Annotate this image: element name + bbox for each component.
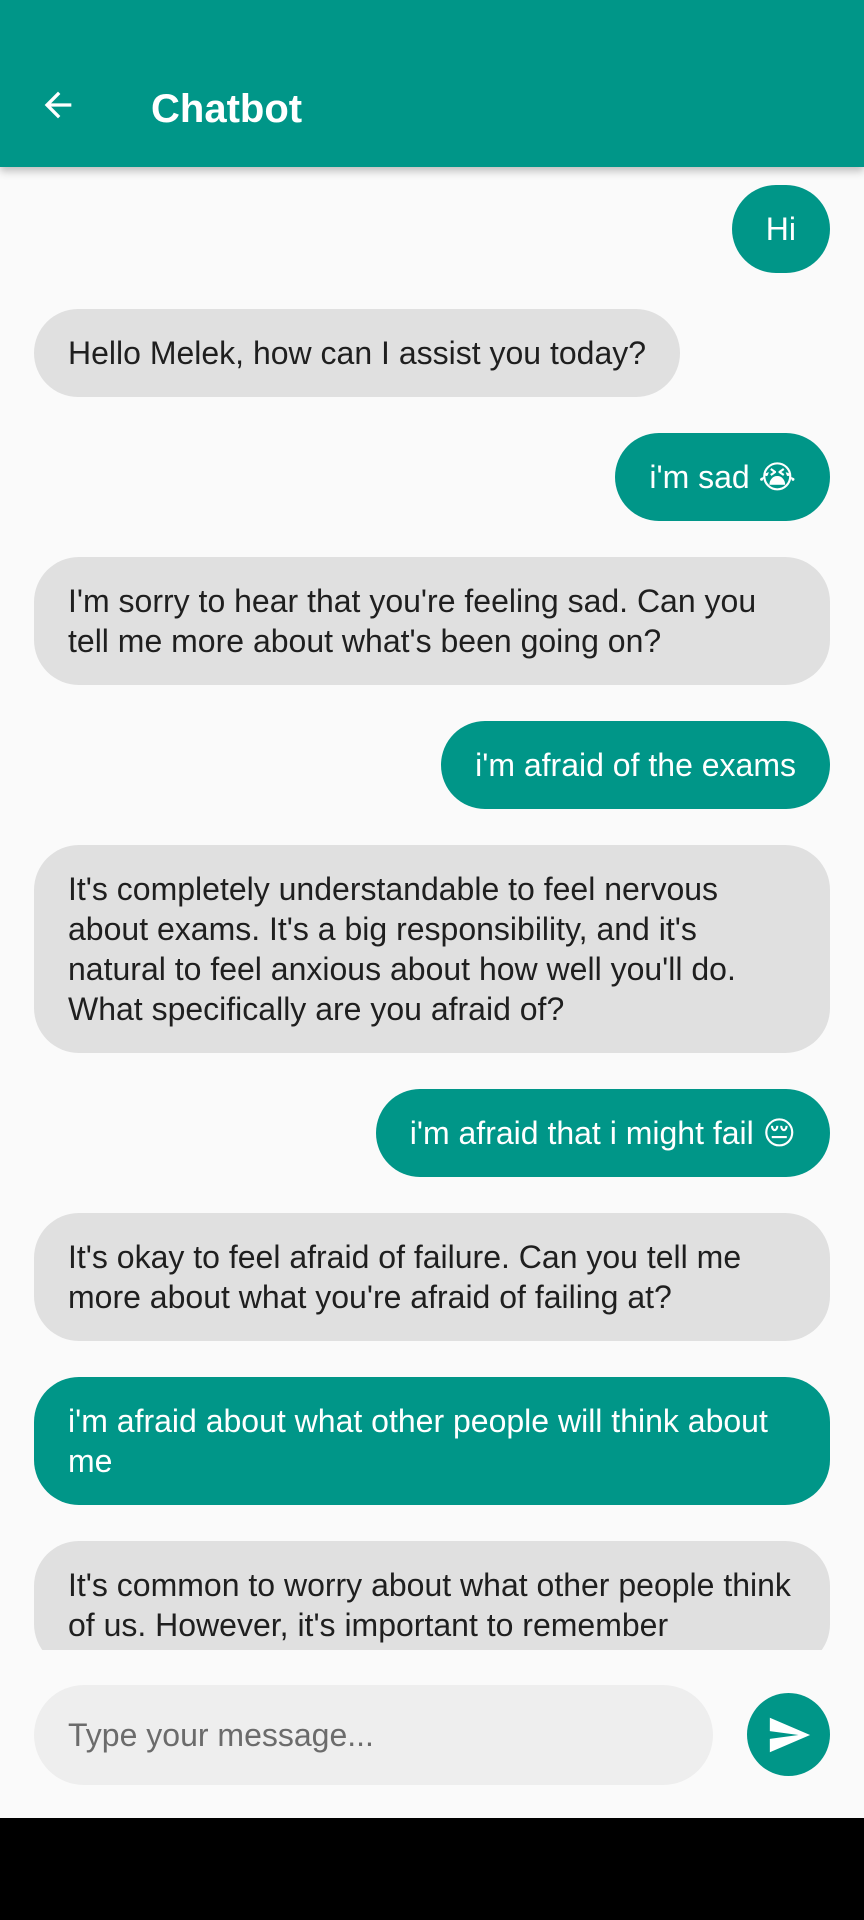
user-message-bubble: i'm afraid of the exams	[441, 721, 830, 809]
message-row-bot: It's okay to feel afraid of failure. Can…	[34, 1213, 830, 1341]
user-message-bubble: i'm afraid that i might fail 😔	[375, 1089, 830, 1177]
chat-message-list[interactable]: Hi Hello Melek, how can I assist you tod…	[0, 167, 864, 1650]
send-button[interactable]	[747, 1693, 830, 1776]
message-row-bot: It's common to worry about what other pe…	[34, 1541, 830, 1650]
app-bar: Chatbot	[0, 0, 864, 167]
chatbot-screen: Chatbot Hi Hello Melek, how can I assist…	[0, 0, 864, 1920]
bot-message-bubble: I'm sorry to hear that you're feeling sa…	[34, 557, 830, 685]
message-row-user: i'm afraid that i might fail 😔	[34, 1089, 830, 1177]
bot-message-bubble: Hello Melek, how can I assist you today?	[34, 309, 681, 397]
page-title: Chatbot	[151, 87, 303, 131]
user-message-bubble: i'm sad 😭	[615, 433, 830, 521]
back-button[interactable]	[30, 77, 86, 133]
message-row-user: i'm afraid about what other people will …	[34, 1377, 830, 1505]
message-row-bot: Hello Melek, how can I assist you today?	[34, 309, 830, 397]
message-row-user: i'm afraid of the exams	[34, 721, 830, 809]
send-icon	[769, 1717, 810, 1752]
bot-message-bubble: It's completely understandable to feel n…	[34, 845, 830, 1053]
message-row-bot: I'm sorry to hear that you're feeling sa…	[34, 557, 830, 685]
message-row-user: Hi	[34, 185, 830, 273]
message-composer	[0, 1650, 864, 1818]
arrow-back-icon	[44, 91, 72, 119]
bot-message-bubble: It's okay to feel afraid of failure. Can…	[34, 1213, 830, 1341]
message-input[interactable]	[34, 1685, 713, 1785]
message-row-bot: It's completely understandable to feel n…	[34, 845, 830, 1053]
bot-message-bubble: It's common to worry about what other pe…	[34, 1541, 830, 1650]
user-message-bubble: i'm afraid about what other people will …	[34, 1377, 830, 1505]
message-row-user: i'm sad 😭	[34, 433, 830, 521]
user-message-bubble: Hi	[731, 185, 830, 273]
system-navigation-bar	[0, 1818, 864, 1920]
